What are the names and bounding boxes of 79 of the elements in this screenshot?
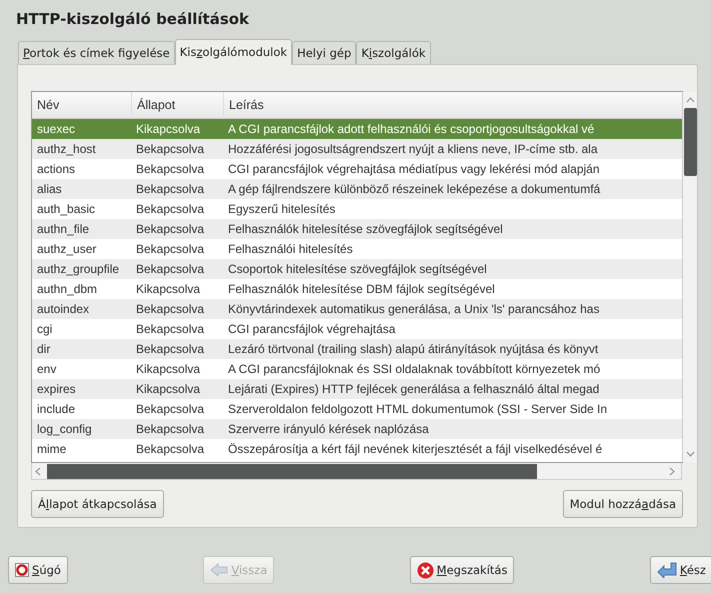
table-cell-text: Hozzáférési jogosultságrendszert nyújt a kliens neve, IP-címe stb. ala xyxy=(227,141,599,158)
vertical-scrollbar[interactable] xyxy=(682,92,697,462)
table-cell-text: Bekapcsolva xyxy=(135,301,206,318)
tab[interactable]: Kiszolgálók xyxy=(356,41,431,64)
table-cell-text: Kikapcsolva xyxy=(135,381,202,398)
table-cell-text: actions xyxy=(36,161,76,178)
table-cell-text: Lejárati (Expires) HTTP fejlécek generálása a felhasználó által megad xyxy=(227,381,600,398)
table-cell-text: log_config xyxy=(36,421,93,438)
table-cell-text: mime xyxy=(36,441,68,458)
table-cell-text: Bekapcsolva xyxy=(135,401,206,418)
horizontal-scrollbar[interactable] xyxy=(31,463,682,480)
help-button[interactable]: Súgó xyxy=(8,556,68,584)
table-cell-text: Kikapcsolva xyxy=(135,121,202,138)
dialog-title: HTTP-kiszolgáló beállítások xyxy=(16,10,250,28)
table-cell-text: Bekapcsolva xyxy=(135,321,206,338)
table-cell-text: env xyxy=(36,361,58,378)
finish-button[interactable]: Kész xyxy=(650,556,711,584)
cancel-icon xyxy=(416,562,434,578)
table-cell-text: Kikapcsolva xyxy=(135,361,202,378)
table-cell-text: expires xyxy=(36,381,77,398)
table-cell-text: Bekapcsolva xyxy=(135,181,206,198)
table-row[interactable]: alias Bekapcsolva A gép fájlrendszere különböző részeinek leképezése a dokumentumfá xyxy=(32,179,682,199)
tab[interactable]: Helyi gép xyxy=(292,41,356,64)
table-cell-text: A CGI parancsfájlok adott felhasználói és csoportjogosultságokkal vé xyxy=(227,121,596,138)
table-cell-text: autoindex xyxy=(36,301,90,318)
table-cell-text: cgi xyxy=(36,321,54,338)
table-cell-text: authn_dbm xyxy=(36,281,98,298)
panel-button[interactable]: Modul hozzáadása xyxy=(562,490,683,518)
table-row[interactable]: log_config Bekapcsolva Szerverre irányuló kérések naplózása xyxy=(32,419,682,439)
table-cell-text: Bekapcsolva xyxy=(135,201,206,218)
scrollbar-thumb[interactable] xyxy=(684,108,696,176)
table-cell-text: CGI parancsfájlok végrehajtása xyxy=(227,321,396,338)
table-cell-text: Könyvtárindexek automatikus generálása, a Unix 'ls' parancsához has xyxy=(227,301,600,318)
return-arrow-icon xyxy=(656,562,677,578)
table-cell-text: dir xyxy=(36,341,52,358)
left-arrow-icon xyxy=(210,563,228,577)
table-cell-text: auth_basic xyxy=(36,201,96,218)
table-cell-text: Egyszerű hitelesítés xyxy=(227,201,336,218)
table-row[interactable]: autoindex Bekapcsolva Könyvtárindexek automatikus generálása, a Unix 'ls' parancsához has xyxy=(32,299,682,319)
table-cell-text: authz_host xyxy=(36,141,97,158)
table-cell-text: Bekapcsolva xyxy=(135,421,206,438)
table-cell-text: Bekapcsolva xyxy=(135,341,206,358)
table-row[interactable]: suexec Kikapcsolva A CGI parancsfájlok adott felhasználói és csoportjogosultságokkal vé xyxy=(32,119,682,139)
table-cell-text: Lezáró törtvonal (trailing slash) alapú átirányítások nyújtása és könyvt xyxy=(227,341,600,358)
table-cell-text: Összepárosítja a kért fájl nevének kiterjesztését a fájl viselkedésével é xyxy=(227,441,604,458)
table-cell-text: Csoportok hitelesítése szövegfájlok segítségével xyxy=(227,261,488,278)
panel-button[interactable]: Állapot átkapcsolása xyxy=(31,490,164,518)
tab[interactable]: Portok és címek figyelése xyxy=(18,41,175,64)
table-cell-text: Bekapcsolva xyxy=(135,141,206,158)
table-cell-text: authz_groupfile xyxy=(36,261,120,278)
table-cell-text: include xyxy=(36,401,76,418)
table-row[interactable]: expires Kikapcsolva Lejárati (Expires) HTTP fejlécek generálása a felhasználó által megad xyxy=(32,379,682,399)
table-cell-text: Kikapcsolva xyxy=(135,281,202,298)
cancel-button[interactable]: Megszakítás xyxy=(410,556,514,584)
table-cell-text: Bekapcsolva xyxy=(135,161,206,178)
table-cell-text: Felhasználók hitelesítése szövegfájlok segítségével xyxy=(227,221,504,238)
table-cell-text: A gép fájlrendszere különböző részeinek leképezése a dokumentumfá xyxy=(227,181,602,198)
table-cell-text: Szerveroldalon feldolgozott HTML dokumentumok (SSI - Server Side In xyxy=(227,401,608,418)
table-row[interactable]: authz_host Bekapcsolva Hozzáférési jogosultságrendszert nyújt a kliens neve, IP-címe stb. ala xyxy=(32,139,682,159)
table-cell-text: suexec xyxy=(36,121,76,138)
table-cell-text: Szerverre irányuló kérések naplózása xyxy=(227,421,430,438)
table-cell-text: A CGI parancsfájloknak és SSI oldalaknak továbbított környezetek mó xyxy=(227,361,602,378)
table-cell-text: CGI parancsfájlok végrehajtása médiatípus vagy lekérési mód alapján xyxy=(227,161,601,178)
table-cell-text: Felhasználók hitelesítése DBM fájlok segítségével xyxy=(227,281,496,298)
table-cell-text: Bekapcsolva xyxy=(135,221,206,238)
tab[interactable]: Kiszolgálómodulok xyxy=(174,39,292,65)
scrollbar-thumb[interactable] xyxy=(47,464,537,478)
lifebuoy-icon xyxy=(15,563,29,577)
table-row[interactable]: authz_groupfile Bekapcsolva Csoportok hitelesítése szövegfájlok segítségével xyxy=(32,259,682,279)
table-cell-text: Bekapcsolva xyxy=(135,441,206,458)
column-header[interactable]: Név xyxy=(32,92,131,119)
table-row[interactable]: dir Bekapcsolva Lezáró törtvonal (trailing slash) alapú átirányítások nyújtása és könyvt xyxy=(32,339,682,359)
table-cell-text: alias xyxy=(36,181,63,198)
table-cell-text: Bekapcsolva xyxy=(135,241,206,258)
table-row[interactable]: authn_file Bekapcsolva Felhasználók hitelesítése szövegfájlok segítségével xyxy=(32,219,682,239)
table-cell-text: authn_file xyxy=(36,221,90,238)
table-cell-text: authz_user xyxy=(36,241,98,258)
table-cell-text: Bekapcsolva xyxy=(135,261,206,278)
table-cell-text: Felhasználói hitelesítés xyxy=(227,241,354,258)
